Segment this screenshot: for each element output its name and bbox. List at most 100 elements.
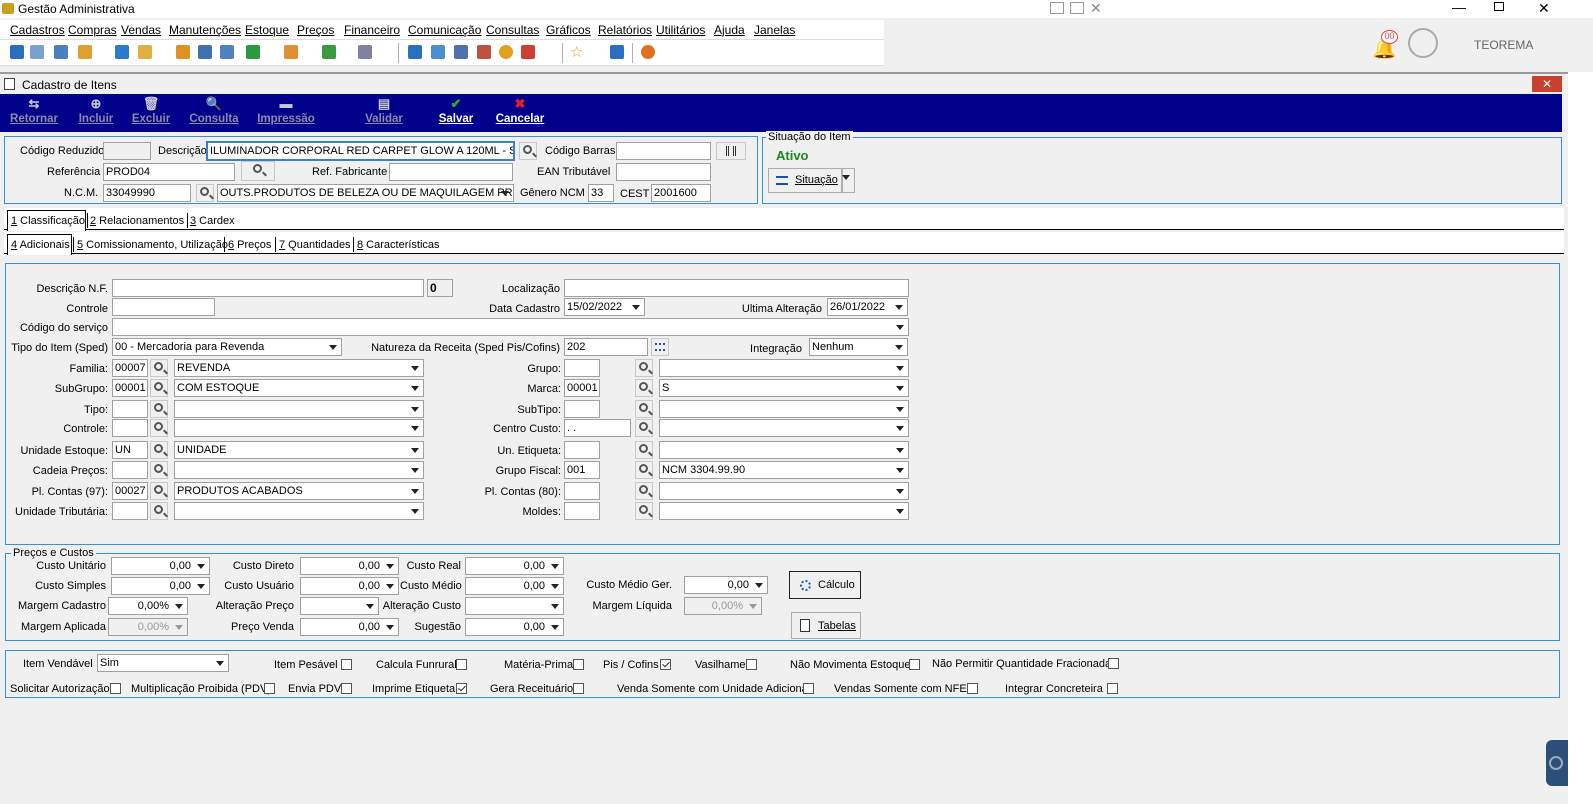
menu-utilitarios[interactable]: Utilitários [656,23,705,37]
unidade-trib-code-input[interactable] [112,502,148,520]
pl-contas97-code-input[interactable]: 00027 [112,482,148,500]
envia-pdv-checkbox[interactable] [341,683,352,694]
action-excluir-button[interactable]: 🗑 Excluir [128,97,174,129]
money-icon[interactable] [322,45,336,59]
grupo-fiscal-code-input[interactable]: 001 [564,461,600,479]
custo-medio-ger-input[interactable]: 0,00 [684,576,768,594]
tab-cardex[interactable]: 3 Cardex [190,214,235,228]
marca-code-input[interactable]: 00001 [564,379,600,397]
custo-unitario-input[interactable]: 0,00 [111,557,210,575]
referencia-search-button[interactable] [241,161,275,181]
unidade-estoque-select[interactable]: UNIDADE [174,441,424,459]
menu-financeiro[interactable]: Financeiro [344,23,400,37]
lookup-search-button[interactable] [150,441,168,459]
localizacao-input[interactable] [564,279,909,297]
restore-small-icon[interactable] [1070,2,1084,14]
natureza-list-button[interactable] [651,338,669,356]
item-pesavel-checkbox[interactable] [341,659,352,670]
margem-liquida-input[interactable]: 0,00% [684,597,762,615]
lookup-search-button[interactable] [150,419,168,437]
data-cadastro-input[interactable]: 15/02/2022 [564,298,645,316]
lookup-search-button[interactable] [635,419,653,437]
vasilhame-checkbox[interactable] [746,659,757,670]
action-cancelar-button[interactable]: ✖ Cancelar [490,97,550,129]
cadeia-precos-select[interactable] [174,461,424,479]
descricao-input[interactable]: ILUMINADOR CORPORAL RED CARPET GLOW A 12… [206,141,515,161]
calculator-icon[interactable] [431,45,445,59]
child-close-button[interactable]: ✕ [1532,76,1562,92]
user-icon[interactable] [176,45,190,59]
margem-aplicada-input[interactable]: 0,00% [108,618,188,636]
nao-permitir-frac-checkbox[interactable] [1108,658,1119,669]
side-panel-handle[interactable] [1546,740,1568,786]
materia-prima-checkbox[interactable] [573,659,584,670]
preco-venda-input[interactable]: 0,00 [300,618,399,636]
un-etiqueta-select[interactable] [659,441,909,459]
menu-precos[interactable]: Preços [297,23,334,37]
referencia-input[interactable]: PROD04 [103,163,235,181]
menu-janelas[interactable]: Janelas [754,23,795,37]
lookup-search-button[interactable] [635,441,653,459]
imprime-etiqueta-checkbox[interactable] [456,683,467,694]
lookup-search-button[interactable] [635,379,653,397]
grid-icon[interactable] [1050,2,1064,14]
margem-cadastro-input[interactable]: 0,00% [108,597,188,615]
menu-cadastros[interactable]: Cadastros [10,23,65,37]
lookup-search-button[interactable] [635,359,653,377]
controle2-select[interactable] [174,419,424,437]
user-avatar-icon[interactable] [1408,28,1438,58]
minimize-button[interactable]: — [1452,0,1466,15]
people-icon[interactable] [30,45,44,59]
alteracao-preco-input[interactable] [300,597,379,615]
doc-icon[interactable] [10,45,24,59]
lookup-search-button[interactable] [635,400,653,418]
ncm-search-button[interactable] [196,184,214,202]
gera-receituario-checkbox[interactable] [573,683,584,694]
custo-direto-input[interactable]: 0,00 [300,557,399,575]
tab-comissionamento[interactable]: 5 Comissionamento, Utilização [77,238,228,252]
mult-proibida-checkbox[interactable] [264,683,275,694]
grupo-select[interactable] [659,359,909,377]
custo-real-input[interactable]: 0,00 [465,557,564,575]
subgrupo-select[interactable]: COM ESTOQUE [174,379,424,397]
folder-icon[interactable] [138,45,152,59]
custo-simples-input[interactable]: 0,00 [111,577,210,595]
cest-input[interactable]: 2001600 [651,184,711,202]
building-icon[interactable] [198,45,212,59]
subgrupo-code-input[interactable]: 00001 [112,379,148,397]
tab-adicionais[interactable]: 4 Adicionais [11,238,70,252]
ean-input[interactable] [616,163,711,181]
alteracao-custo-input[interactable] [465,597,564,615]
calendar-icon[interactable] [454,45,468,59]
tab-relacionamentos[interactable]: 2 Relacionamentos [90,214,184,228]
unidade-trib-select[interactable] [174,502,424,520]
menu-graficos[interactable]: Gráficos [546,23,591,37]
menu-relatorios[interactable]: Relatórios [598,23,652,37]
menu-manutencoes[interactable]: Manutenções [169,23,241,37]
pl-contas80-code-input[interactable] [564,482,600,500]
ncm-description-select[interactable]: OUTS.PRODUTOS DE BELEZA OU DE MAQUILAGEM… [217,184,514,202]
card-icon[interactable] [54,45,68,59]
codigo-barras-input[interactable] [616,142,711,160]
menu-consultas[interactable]: Consultas [486,23,539,37]
moldes-select[interactable] [659,502,909,520]
custo-usuario-input[interactable]: 0,00 [300,577,399,595]
ncm-input[interactable]: 33049990 [103,184,191,202]
menu-ajuda[interactable]: Ajuda [714,23,745,37]
menu-vendas[interactable]: Vendas [121,23,161,37]
spreadsheet-icon[interactable] [408,45,422,59]
lookup-search-button[interactable] [150,379,168,397]
familia-select[interactable]: REVENDA [174,359,424,377]
sugestao-input[interactable]: 0,00 [465,618,564,636]
natureza-receita-input[interactable]: 202 [564,338,648,356]
tab-caracteristicas[interactable]: 8 Características [357,238,440,252]
info-icon[interactable] [610,45,624,59]
situacao-button[interactable]: Situação [768,168,842,193]
solicitar-autorizacao-checkbox[interactable] [110,683,121,694]
genero-ncm-input[interactable]: 33 [588,184,614,202]
tab-precos[interactable]: 6 Preços [228,238,271,252]
dollar-icon[interactable] [115,45,129,59]
lookup-search-button[interactable] [150,502,168,520]
venda-unidade-adic-checkbox[interactable] [803,683,814,694]
subtipo-code-input[interactable] [564,400,600,418]
